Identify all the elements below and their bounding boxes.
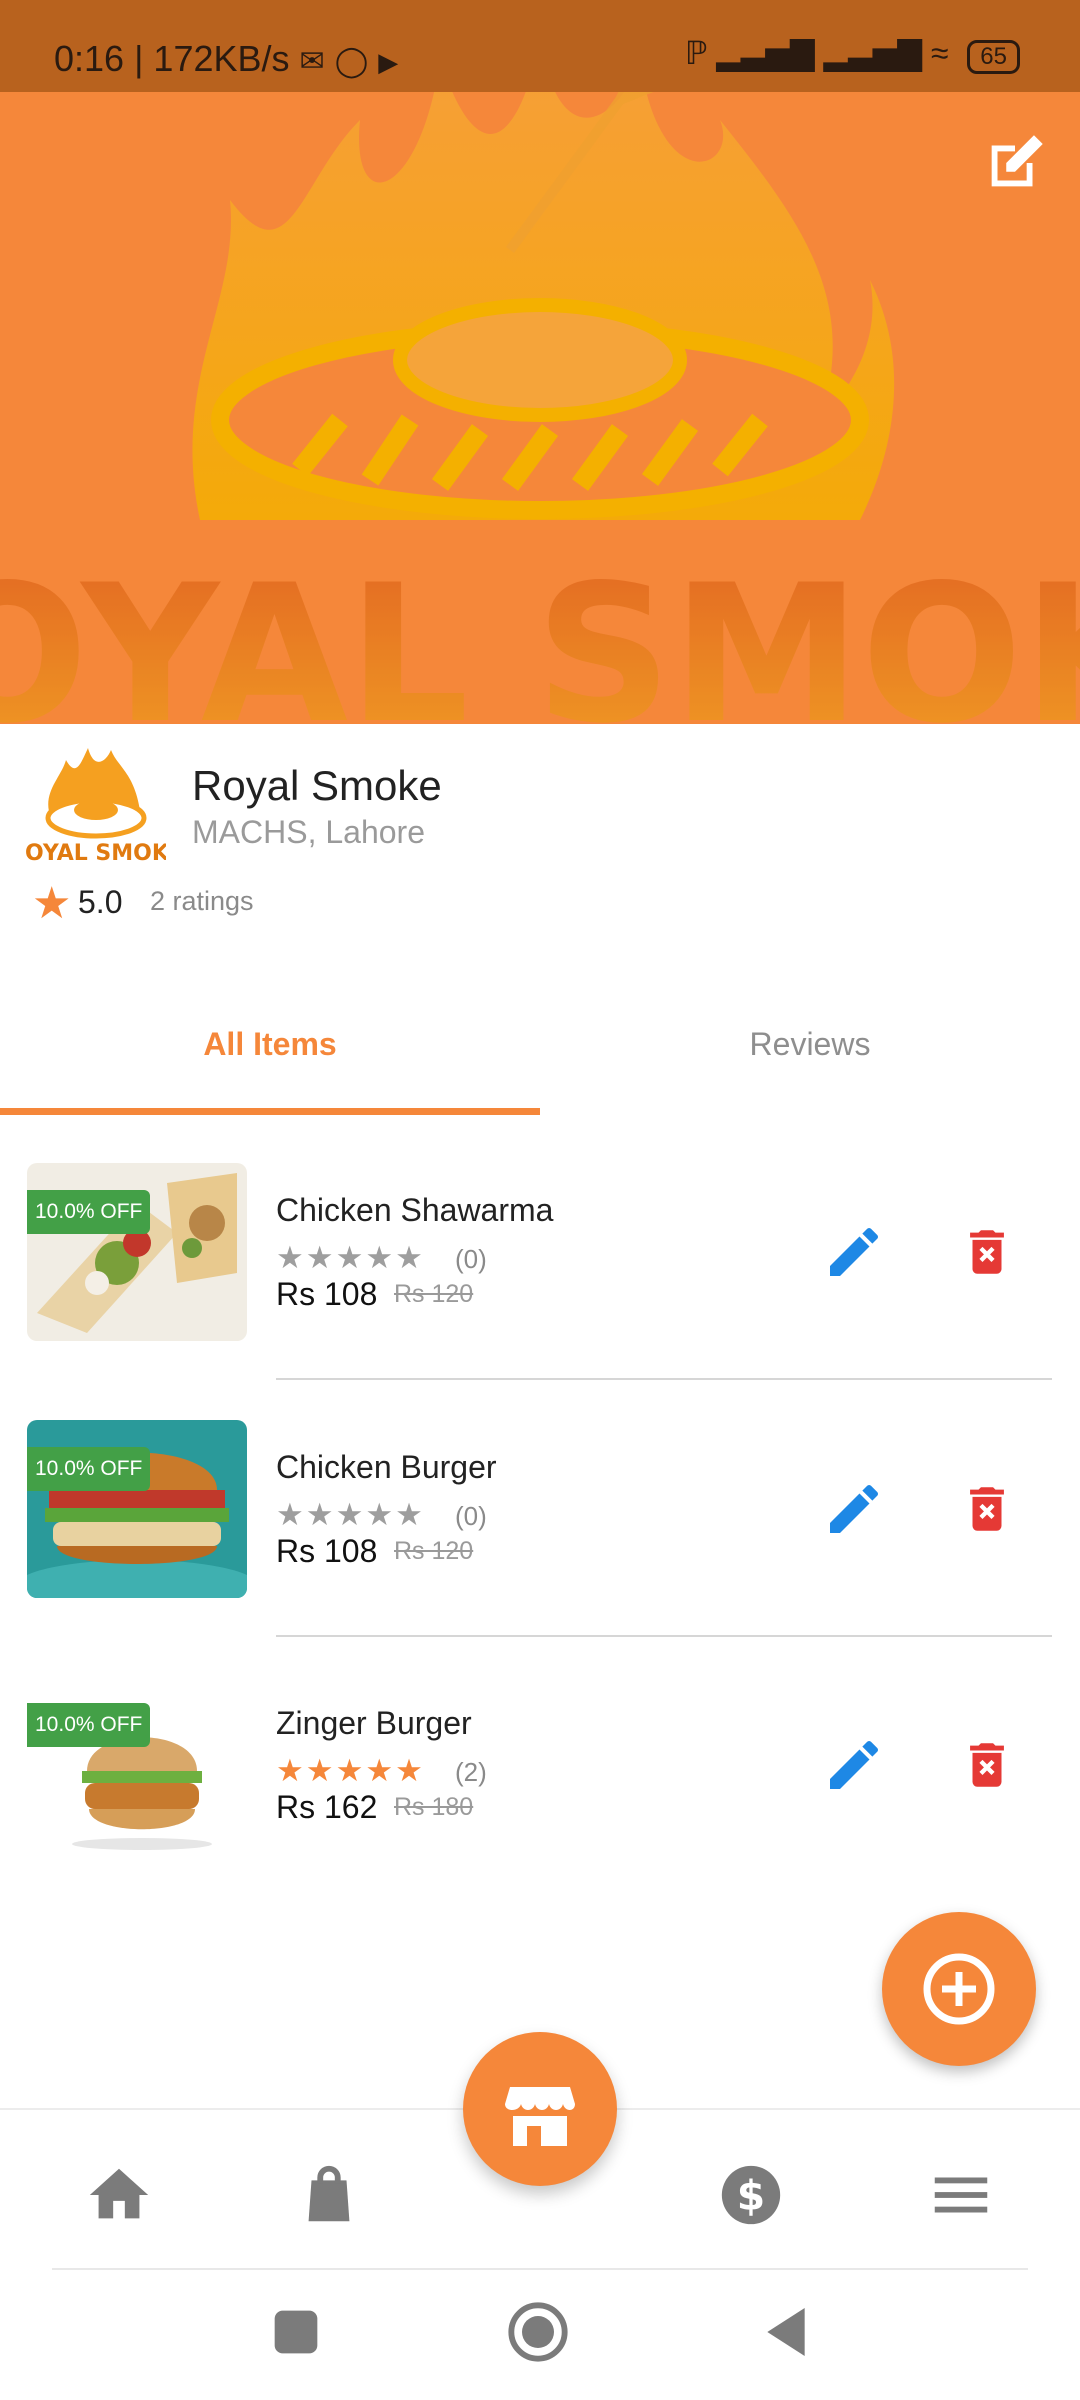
item-price: Rs 108	[276, 1533, 378, 1569]
nav-store-button[interactable]	[463, 2032, 617, 2186]
star-icon: ★	[32, 879, 72, 928]
delete-item-button[interactable]	[958, 1733, 1016, 1797]
restaurant-rating: 5.0	[78, 884, 123, 920]
battery-icon: 65	[967, 40, 1020, 74]
item-old-price: Rs 120	[394, 1537, 474, 1565]
restaurant-name: Royal Smoke	[192, 762, 442, 809]
signal-icon: ▂▃▅▇	[716, 35, 815, 71]
edit-banner-button[interactable]	[980, 128, 1050, 198]
nav-orders-button[interactable]	[294, 2160, 364, 2230]
nav-home-button[interactable]	[84, 2160, 154, 2230]
delete-icon	[970, 1743, 1004, 1787]
tab-reviews[interactable]: Reviews	[540, 1026, 1080, 1063]
status-time: 0:16 | 172KB/s ✉ ◯ ▶	[54, 38, 399, 79]
dollar-icon: $	[721, 2165, 781, 2225]
delete-item-button[interactable]	[958, 1220, 1016, 1284]
discount-badge: 10.0% OFF	[27, 1190, 151, 1234]
edit-item-button[interactable]	[822, 1477, 886, 1541]
delete-icon	[970, 1487, 1004, 1531]
item-rating-count: (2)	[455, 1757, 487, 1787]
edit-item-button[interactable]	[822, 1733, 886, 1797]
add-item-button[interactable]	[882, 1912, 1036, 2066]
item-old-price: Rs 120	[394, 1280, 474, 1308]
square-icon	[274, 2310, 318, 2354]
item-old-price: Rs 180	[394, 1793, 474, 1821]
system-home-button[interactable]	[506, 2300, 570, 2364]
item-name: Chicken Shawarma	[276, 1192, 554, 1228]
bluetooth-icon: ℙ	[684, 35, 708, 71]
delete-item-button[interactable]	[958, 1477, 1016, 1541]
discount-badge: 10.0% OFF	[27, 1703, 151, 1747]
instagram-icon: ◯	[334, 45, 369, 78]
ratings-count: 2 ratings	[150, 886, 254, 916]
item-divider	[276, 1635, 1052, 1637]
item-price: Rs 162	[276, 1789, 378, 1825]
nav-menu-button[interactable]	[926, 2160, 996, 2230]
item-name: Zinger Burger	[276, 1705, 472, 1741]
wifi-icon: ≈	[930, 35, 949, 71]
status-icons: ℙ ▂▃▅▇ ▂▃▅▇ ≈ 65	[685, 34, 1020, 74]
banner-artwork: ROYAL SMOKE	[0, 40, 1080, 724]
tab-indicator	[0, 1108, 540, 1115]
discount-badge: 10.0% OFF	[27, 1447, 151, 1491]
add-circle-icon	[923, 1953, 995, 2025]
delete-icon	[970, 1230, 1004, 1274]
back-triangle-icon	[767, 2308, 805, 2356]
logo-wordmark: ROYAL SMOKE	[26, 841, 166, 866]
pencil-icon	[830, 1484, 879, 1533]
item-price: Rs 108	[276, 1276, 378, 1312]
item-name: Chicken Burger	[276, 1449, 497, 1485]
menu-icon	[934, 2177, 988, 2213]
play-icon: ▶	[378, 47, 399, 77]
pencil-icon	[830, 1227, 879, 1276]
restaurant-location: MACHS, Lahore	[192, 814, 425, 850]
nav-earnings-button[interactable]: $	[716, 2160, 786, 2230]
svg-text:$: $	[737, 2172, 765, 2220]
item-stars: ★★★★★	[276, 1240, 425, 1275]
cover-banner: ROYAL SMOKE	[0, 0, 1080, 724]
store-icon	[505, 2087, 575, 2146]
gmail-icon: ✉	[299, 45, 325, 78]
circle-home-icon	[508, 2302, 568, 2362]
restaurant-logo: ROYAL SMOKE	[8, 748, 184, 868]
system-recents-button[interactable]	[264, 2300, 328, 2364]
system-back-button[interactable]	[754, 2300, 818, 2364]
home-icon	[89, 2168, 149, 2219]
tab-all-items[interactable]: All Items	[0, 1026, 540, 1063]
item-rating-count: (0)	[455, 1501, 487, 1531]
shopping-bag-icon	[308, 2165, 350, 2222]
item-stars: ★★★★★	[276, 1753, 425, 1788]
edit-item-button[interactable]	[822, 1220, 886, 1284]
item-divider	[276, 1378, 1052, 1380]
item-rating-count: (0)	[455, 1244, 487, 1274]
signal-icon-2: ▂▃▅▇	[823, 35, 922, 71]
pencil-icon	[830, 1740, 879, 1789]
nav-divider	[52, 2268, 1028, 2270]
edit-square-icon	[991, 135, 1043, 187]
banner-wordmark: ROYAL SMOKE	[0, 544, 1080, 724]
item-stars: ★★★★★	[276, 1497, 425, 1532]
